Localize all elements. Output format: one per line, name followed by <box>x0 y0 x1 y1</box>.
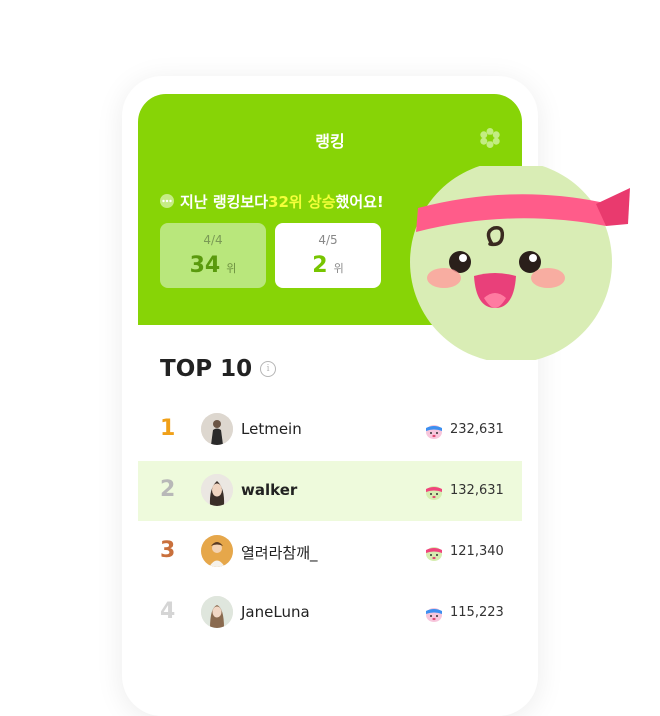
settings-icon[interactable] <box>480 128 500 148</box>
row-score: 232,631 <box>450 422 504 437</box>
notice-text-highlight: 32위 상승 <box>268 192 336 211</box>
info-icon[interactable]: i <box>260 361 277 377</box>
top10-title: TOP 10 <box>160 356 253 382</box>
previous-rank-value: 34 <box>189 253 221 278</box>
current-rank-value: 2 <box>312 253 328 278</box>
speech-dots-icon <box>160 194 174 208</box>
row-score: 115,223 <box>450 605 504 620</box>
score-icon <box>426 547 442 561</box>
row-name: Letmein <box>241 420 302 438</box>
avatar <box>201 596 233 628</box>
row-score: 121,340 <box>450 544 504 559</box>
score-icon <box>426 608 442 622</box>
notice-text-prefix: 지난 랭킹보다 <box>180 192 269 211</box>
top10-heading: TOP 10 i <box>160 356 277 382</box>
row-rank: 3 <box>160 538 176 563</box>
leaderboard-row-current-user[interactable]: 2 walker 132,631 <box>138 461 522 521</box>
rank-change-notice: 지난 랭킹보다 32위 상승 했어요! <box>160 190 384 212</box>
page-title: 랭킹 <box>315 132 345 151</box>
row-name: JaneLuna <box>241 603 310 621</box>
avatar <box>201 535 233 567</box>
current-rank-card[interactable]: 4/5 2 위 <box>275 223 381 288</box>
row-rank: 4 <box>160 599 176 624</box>
leaderboard-row[interactable]: 4 JaneLuna 115,223 <box>138 583 522 643</box>
leaderboard-row[interactable]: 3 열려라참깨_ 121,340 <box>138 522 522 582</box>
avatar <box>201 474 233 506</box>
mascot-illustration <box>410 166 630 360</box>
previous-rank-unit: 위 <box>226 262 237 275</box>
score-icon <box>426 425 442 439</box>
score-icon <box>426 486 442 500</box>
current-rank-unit: 위 <box>333 262 344 275</box>
row-rank: 1 <box>160 416 176 441</box>
leaderboard-row[interactable]: 1 Letmein 232,631 <box>138 400 522 460</box>
current-rank-date: 4/5 <box>318 233 338 247</box>
previous-rank-card[interactable]: 4/4 34 위 <box>160 223 266 288</box>
row-rank: 2 <box>160 477 176 502</box>
row-name: walker <box>241 481 298 499</box>
notice-text-suffix: 했어요! <box>335 192 384 211</box>
row-name: 열려라참깨_ <box>241 544 318 562</box>
previous-rank-date: 4/4 <box>203 233 223 247</box>
avatar <box>201 413 233 445</box>
row-score: 132,631 <box>450 483 504 498</box>
